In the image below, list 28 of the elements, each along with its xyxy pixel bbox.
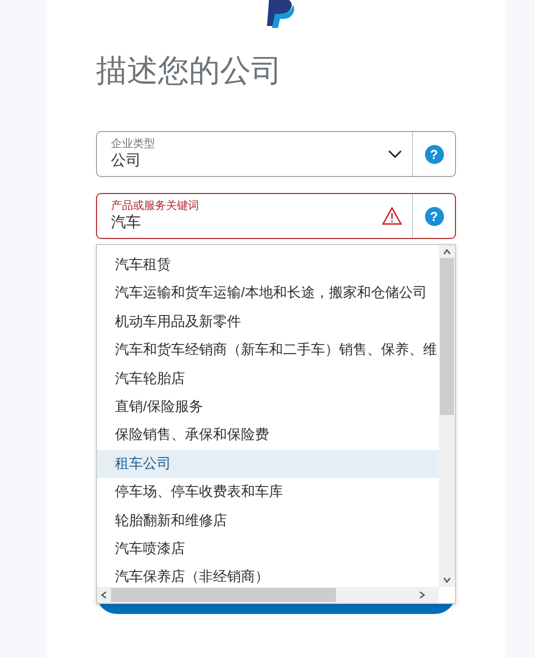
scroll-up-icon[interactable] <box>443 249 451 255</box>
page-title: 描述您的公司 <box>96 52 283 90</box>
help-icon[interactable]: ? <box>424 144 444 164</box>
field-label: 企业类型 <box>111 137 156 151</box>
dropdown-option[interactable]: 轮胎翻新和维修店 <box>97 506 439 535</box>
dropdown-option[interactable]: 汽车喷漆店 <box>97 534 439 564</box>
scroll-right-icon[interactable] <box>419 591 425 599</box>
field-value: 公司 <box>111 151 142 171</box>
keyword-field[interactable]: 产品或服务关键词 汽车 ? <box>96 193 456 239</box>
dropdown-option[interactable]: 保险销售、承保和保险费 <box>97 421 439 450</box>
dropdown-option[interactable]: 汽车轮胎店 <box>97 364 439 393</box>
dropdown-option[interactable]: 汽车运输和货车运输/本地和长途，搬家和仓储公司 <box>97 279 439 308</box>
scroll-down-icon[interactable] <box>443 577 451 583</box>
dropdown-option[interactable]: 汽车和货车经销商（新车和二手车）销售、保养、维 <box>97 336 439 365</box>
dropdown-option[interactable]: 直销/保险服务 <box>97 392 439 422</box>
dropdown-option[interactable]: 租车公司 <box>97 450 439 478</box>
chevron-down-icon <box>388 150 402 158</box>
dropdown-option[interactable]: 汽车保养店（非经销商） <box>97 563 439 587</box>
business-type-select[interactable]: 企业类型 公司 ? <box>96 131 456 177</box>
help-icon[interactable]: ? <box>424 206 444 226</box>
dropdown-option[interactable]: 汽车租赁 <box>97 251 439 280</box>
vertical-scrollbar[interactable] <box>439 245 455 587</box>
dropdown-option[interactable]: 停车场、停车收费表和车库 <box>97 478 439 507</box>
field-label: 产品或服务关键词 <box>111 199 200 213</box>
dropdown-option[interactable]: 机动车用品及新零件 <box>97 308 439 336</box>
field-value: 汽车 <box>111 213 142 233</box>
horizontal-scrollbar[interactable] <box>97 587 439 603</box>
scroll-left-icon[interactable] <box>101 591 107 599</box>
